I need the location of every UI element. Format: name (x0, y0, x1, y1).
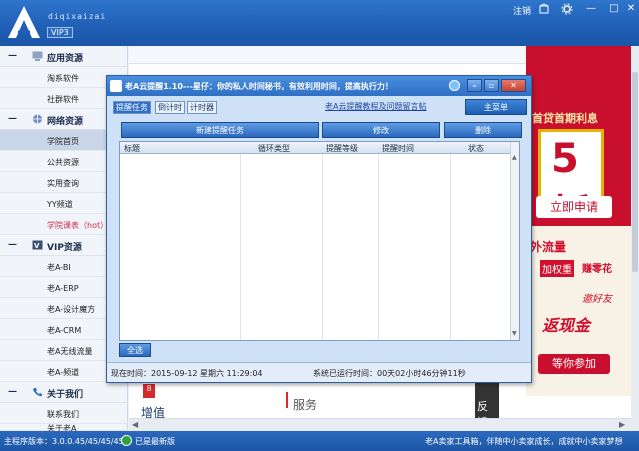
col-time[interactable]: 提醒时间 (382, 143, 414, 154)
col-title[interactable]: 标题 (124, 143, 140, 154)
minimize-icon[interactable]: — (584, 3, 598, 15)
app-titlebar: diqixaizai VIP3 注销 — □ ✕ (0, 0, 639, 46)
vip-badge: VIP3 (47, 27, 73, 38)
join-now-button[interactable]: 等你参加 (538, 354, 610, 374)
reminder-app-icon (110, 80, 122, 92)
phone-icon (33, 388, 42, 397)
tab-timer[interactable]: 计时器 (187, 101, 217, 114)
monitor-icon (32, 51, 43, 61)
sidebar-item-about[interactable]: 关于老A (0, 424, 128, 433)
check-icon (121, 435, 132, 446)
main-menu-button[interactable]: 主菜单 (465, 99, 527, 115)
network-icon (33, 114, 42, 124)
logout-link[interactable]: 注销 (513, 4, 531, 17)
dialog-minimize-icon[interactable]: – (467, 79, 482, 92)
sidebar-section-app[interactable]: — 应用资源 (0, 46, 128, 67)
version-text: 主程序版本：3.0.0.45/45/45/45 (4, 437, 124, 446)
brand-subtitle: diqixaizai (48, 12, 107, 21)
slogan-text: 老A卖家工具箱，伴随中小卖家成长，成就中小卖家梦想 (425, 437, 623, 446)
current-time-text: 现在时间：2015-09-12 星期六 11:29:04 (111, 369, 263, 378)
task-table-scrollbar[interactable]: ▲ ▼ (510, 142, 519, 340)
ad-banner[interactable]: 首贷首期利息 5折 立即申请 外流量 加权重 赚零花 邀好友 返现金 等你参加 (526, 46, 631, 396)
sidebar-item-contact[interactable]: 联系我们 (0, 403, 128, 424)
col-level[interactable]: 提醒等级 (326, 143, 358, 154)
latest-version-text: 已是最新版 (135, 437, 175, 446)
dialog-restore-icon[interactable]: ▫ (484, 79, 499, 92)
col-loop-type[interactable]: 循环类型 (258, 143, 290, 154)
delete-button[interactable]: 删除 (444, 122, 522, 138)
service-heading: 服务 (293, 398, 318, 412)
maximize-icon[interactable]: □ (607, 3, 621, 15)
tab-countdown[interactable]: 倒计时 (155, 101, 185, 114)
dialog-title: 老A云提醒1.10---星仔：你的私人时间秘书，有效利用时间，提高执行力！ (125, 82, 393, 91)
settings-icon[interactable] (560, 3, 574, 15)
uptime-text: 系统已运行时间：00天02小时46分钟11秒 (313, 369, 466, 378)
vip-icon: V (32, 240, 43, 250)
col-status[interactable]: 状态 (468, 143, 484, 154)
tutorial-link[interactable]: 老A云提醒教程及问题留言帖 (325, 101, 426, 112)
close-icon[interactable]: ✕ (624, 3, 638, 15)
skin-icon[interactable] (537, 3, 551, 15)
ad-discount-box: 5折 (538, 129, 604, 238)
task-table[interactable]: 标题 循环类型 提醒等级 提醒时间 状态 ▲ ▼ (119, 141, 520, 341)
page-horizontal-scrollbar[interactable]: ◀ ▶ (129, 418, 631, 431)
svg-text:V: V (34, 242, 40, 250)
select-all-button[interactable]: 全选 (119, 343, 151, 357)
red-tag-icon: 8 (143, 384, 155, 398)
sidebar-section-about[interactable]: — 关于我们 (0, 382, 128, 403)
apply-now-button[interactable]: 立即申请 (536, 196, 612, 218)
task-table-header: 标题 循环类型 提醒等级 提醒时间 状态 (120, 142, 519, 154)
app-statusbar: 主程序版本：3.0.0.45/45/45/45 已是最新版 老A卖家工具箱，伴随… (0, 431, 639, 451)
dialog-titlebar[interactable]: 老A云提醒1.10---星仔：你的私人时间秘书，有效利用时间，提高执行力！ – … (107, 76, 531, 96)
dialog-close-icon[interactable]: ✕ (501, 79, 526, 92)
ad-panel-2: 外流量 加权重 赚零花 邀好友 返现金 等你参加 (526, 226, 631, 396)
dialog-statusbar: 现在时间：2015-09-12 星期六 11:29:04 系统已运行时间：00天… (107, 362, 531, 382)
edit-button[interactable]: 修改 (322, 122, 440, 138)
tab-reminder-task[interactable]: 提醒任务 (113, 101, 151, 114)
user-icon[interactable] (449, 80, 460, 91)
app-logo-icon (8, 6, 40, 38)
service-marker (286, 392, 288, 408)
ad-headline: 首贷首期利息 (532, 112, 598, 125)
page-vertical-scrollbar[interactable] (631, 46, 639, 431)
new-task-button[interactable]: 新建提醒任务 (121, 122, 319, 138)
reminder-dialog: 老A云提醒1.10---星仔：你的私人时间秘书，有效利用时间，提高执行力！ – … (106, 75, 532, 383)
